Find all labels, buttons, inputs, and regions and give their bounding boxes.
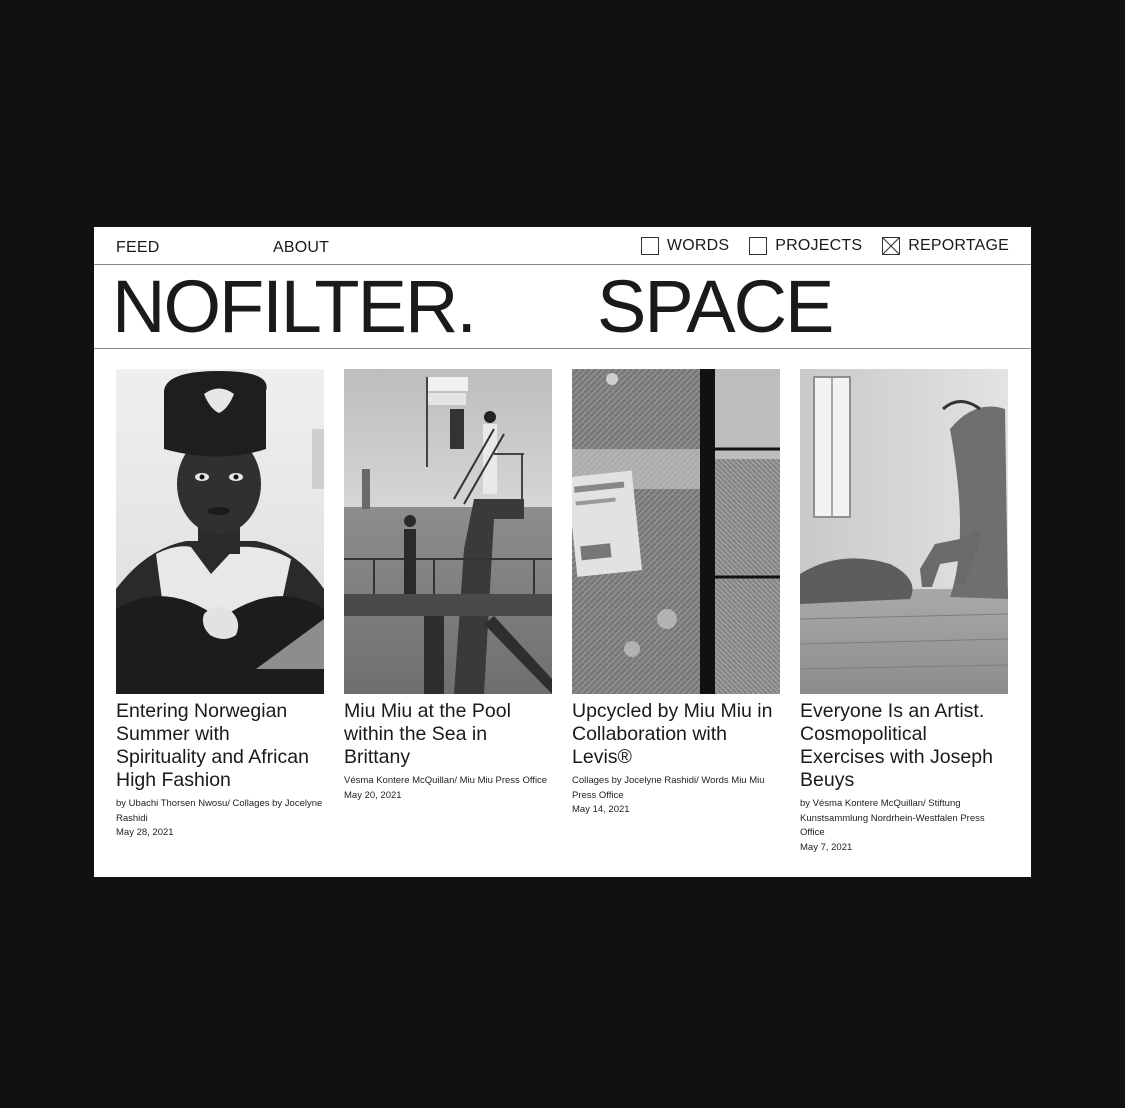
nav-link-about[interactable]: ABOUT	[273, 239, 329, 257]
website-page: FEED ABOUT WORDS PROJECTS REPORTAGE NOFI…	[94, 227, 1031, 877]
article-title[interactable]: Everyone Is an Artist. Cosmopolitical Ex…	[800, 700, 1008, 792]
article-date: May 28, 2021	[116, 827, 174, 838]
nav-link-feed[interactable]: FEED	[116, 239, 159, 257]
article-card[interactable]: Upcycled by Miu Miu in Collaboration wit…	[572, 369, 780, 818]
article-title[interactable]: Entering Norwegian Summer with Spiritual…	[116, 700, 324, 792]
checkbox-unchecked-icon[interactable]	[640, 237, 659, 255]
article-date: May 14, 2021	[572, 804, 630, 815]
filter-words[interactable]: WORDS	[640, 237, 730, 255]
article-image-sea-platform[interactable]	[344, 369, 552, 694]
article-title[interactable]: Miu Miu at the Pool within the Sea in Br…	[344, 700, 552, 769]
filter-label: PROJECTS	[775, 237, 863, 254]
article-credit: Vésma Kontere McQuillan/ Miu Miu Press O…	[344, 775, 548, 786]
filter-projects[interactable]: PROJECTS	[749, 237, 862, 255]
masthead: NOFILTER. SPACE	[94, 265, 1031, 349]
article-title[interactable]: Upcycled by Miu Miu in Collaboration wit…	[572, 700, 780, 769]
checkbox-checked-icon[interactable]	[882, 237, 901, 255]
article-date: May 7, 2021	[800, 841, 853, 853]
site-logo-nofilter[interactable]: NOFILTER.	[112, 269, 477, 345]
article-image-denim-collage[interactable]	[572, 369, 780, 694]
filter-label: WORDS	[666, 237, 730, 254]
article-credit: Collages by Jocelyne Rashidi/ Words Miu …	[572, 775, 765, 801]
article-credit: by Vésma Kontere McQuillan/ Stiftung Kun…	[800, 798, 985, 838]
site-logo-space[interactable]: SPACE	[597, 269, 834, 345]
category-filters: WORDS PROJECTS REPORTAGE	[640, 237, 1009, 255]
filter-reportage[interactable]: REPORTAGE	[882, 237, 1009, 255]
top-navigation-bar: FEED ABOUT WORDS PROJECTS REPORTAGE	[94, 227, 1031, 265]
filter-label: REPORTAGE	[908, 237, 1009, 254]
article-card[interactable]: Everyone Is an Artist. Cosmopolitical Ex…	[800, 369, 1008, 855]
checkbox-unchecked-icon[interactable]	[749, 237, 768, 255]
article-date: May 20, 2021	[344, 789, 402, 801]
article-card[interactable]: Entering Norwegian Summer with Spiritual…	[116, 369, 324, 841]
article-image-gallery-coyote[interactable]	[800, 369, 1008, 694]
article-credit: by Ubachi Thorsen Nwosu/ Collages by Joc…	[116, 798, 323, 824]
article-card[interactable]: Miu Miu at the Pool within the Sea in Br…	[344, 369, 552, 803]
article-image-portrait[interactable]	[116, 369, 324, 694]
